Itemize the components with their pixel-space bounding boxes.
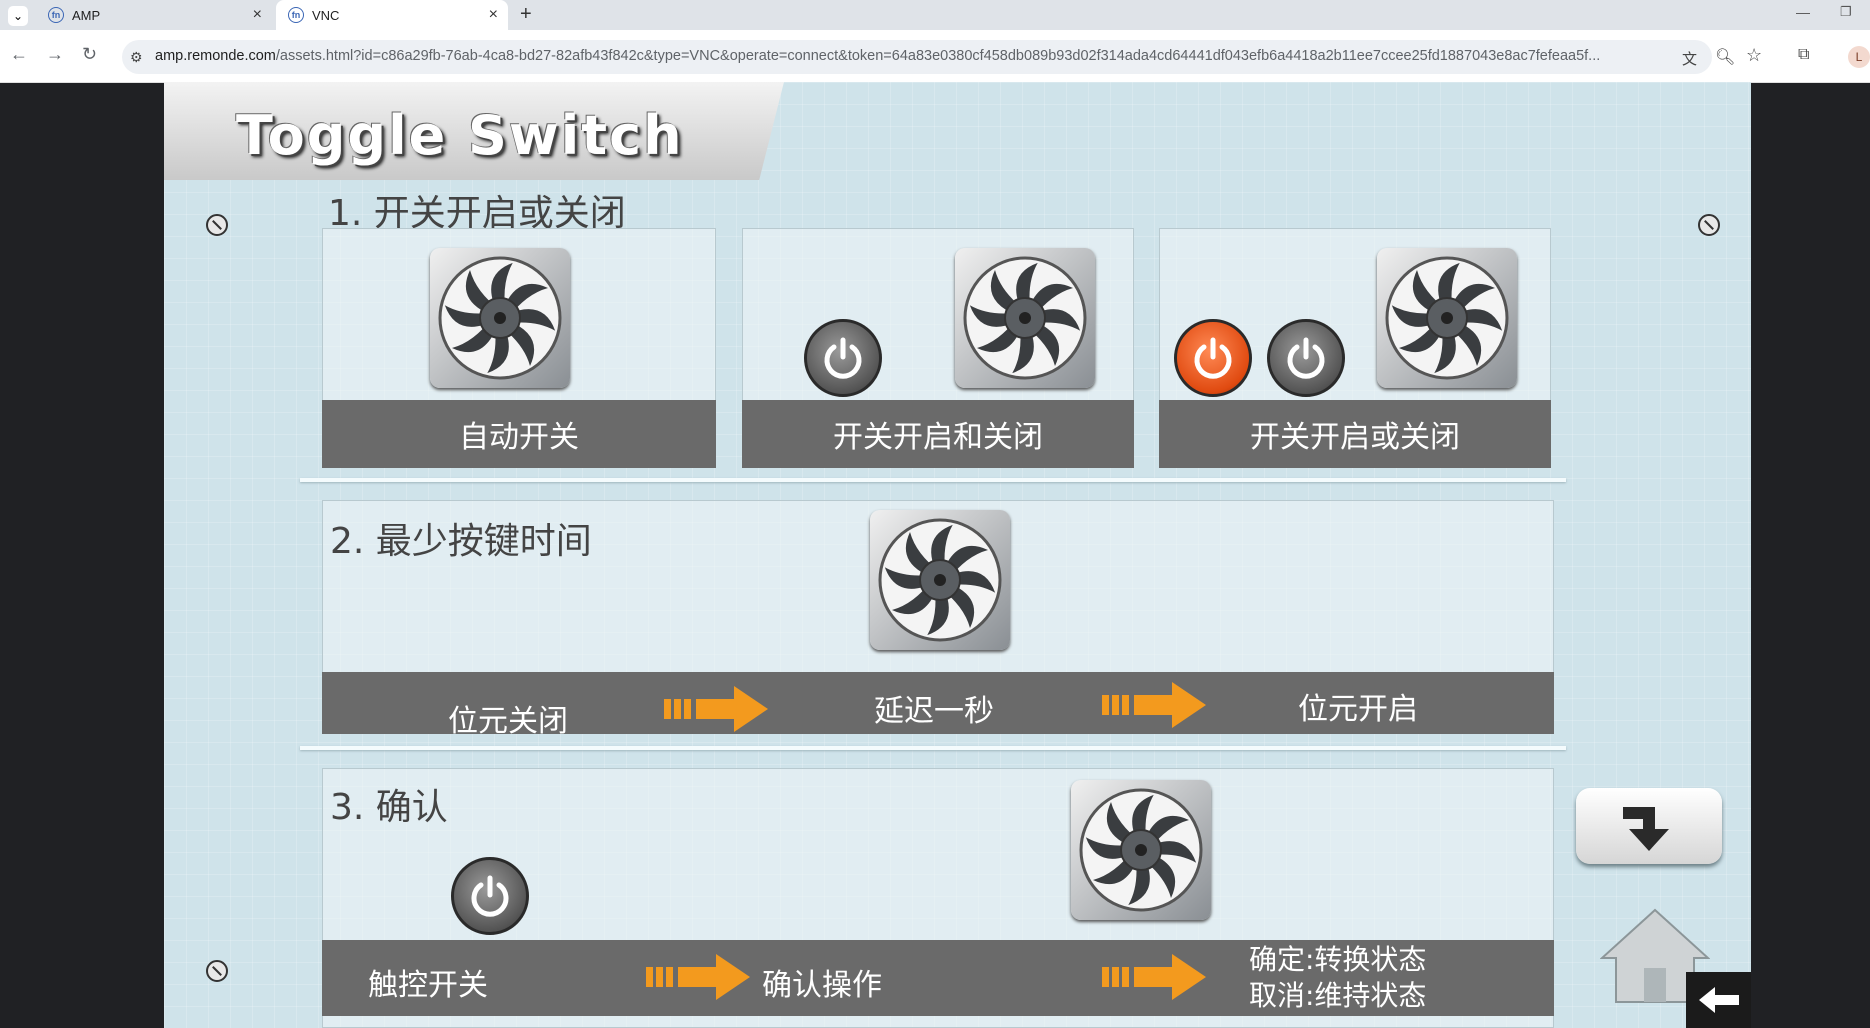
- orange-arrow-icon: [1102, 680, 1208, 735]
- fan-icon: [870, 510, 1010, 650]
- power-button-icon[interactable]: [1267, 319, 1345, 397]
- section2-heading: 2. 最少按键时间: [330, 521, 592, 562]
- power-button-icon[interactable]: [804, 319, 882, 397]
- orange-arrow-icon: [646, 952, 752, 1007]
- url-path: /assets.html?id=c86a29fb-76ab-4ca8-bd27-…: [275, 48, 1601, 64]
- fan-icon: [430, 248, 570, 388]
- section3-heading: 3. 确认: [330, 787, 448, 828]
- fn-favicon-icon: fn: [48, 7, 64, 23]
- screw-icon: [206, 960, 228, 982]
- close-icon[interactable]: ×: [489, 6, 498, 24]
- tab-label: AMP: [72, 7, 101, 23]
- tab-search-icon[interactable]: ⌄: [8, 6, 28, 26]
- close-icon[interactable]: ×: [253, 6, 262, 24]
- tab-vnc[interactable]: fn VNC ×: [276, 0, 508, 30]
- divider: [300, 478, 1566, 482]
- new-tab-icon[interactable]: +: [520, 3, 532, 26]
- fan-icon: [1071, 780, 1211, 920]
- url-text[interactable]: amp.remonde.com/assets.html?id=c86a29fb-…: [155, 48, 1665, 64]
- reload-icon[interactable]: ↻: [82, 44, 97, 65]
- orange-arrow-icon: [664, 684, 770, 739]
- vnc-screen[interactable]: Toggle Switch 1. 开关开启或关闭 自动开关 开关开启和关闭 开关…: [164, 82, 1751, 1028]
- step-label: 位元关闭: [448, 704, 568, 739]
- card-label: 开关开启和关闭: [742, 400, 1134, 468]
- step-label: 确认操作: [762, 968, 882, 1003]
- back-arrow-icon: [1698, 987, 1739, 1013]
- touch-power-button-icon[interactable]: [451, 857, 529, 935]
- minimize-icon[interactable]: —: [1796, 4, 1810, 20]
- extensions-icon[interactable]: ⧉: [1798, 46, 1809, 64]
- tab-amp[interactable]: fn AMP ×: [36, 0, 272, 30]
- fan-icon: [955, 248, 1095, 388]
- bookmark-star-icon[interactable]: ☆: [1746, 45, 1762, 66]
- divider: [300, 746, 1566, 750]
- url-domain: amp.remonde.com: [155, 48, 276, 64]
- next-page-button[interactable]: [1576, 788, 1722, 864]
- translate-icon[interactable]: 文: [1682, 48, 1697, 69]
- fn-favicon-icon: fn: [288, 7, 304, 23]
- result-cancel: 取消:维持状态: [1249, 979, 1427, 1012]
- step-label: 位元开启: [1298, 692, 1418, 727]
- page-title: Toggle Switch: [236, 104, 684, 167]
- zoom-icon[interactable]: 🔍︎: [1715, 47, 1735, 67]
- tab-label: VNC: [312, 7, 340, 23]
- card-label: 自动开关: [322, 400, 716, 468]
- power-on-button-icon[interactable]: [1174, 319, 1252, 397]
- fan-icon: [1377, 248, 1517, 388]
- orange-arrow-icon: [1102, 952, 1208, 1007]
- forward-icon[interactable]: →: [46, 44, 64, 65]
- profile-avatar[interactable]: L: [1848, 46, 1870, 68]
- result-confirm: 确定:转换状态: [1249, 943, 1427, 976]
- restore-icon[interactable]: ❐: [1840, 4, 1852, 20]
- site-info-icon[interactable]: ⚙: [130, 49, 143, 66]
- card-label: 开关开启或关闭: [1159, 400, 1551, 468]
- screw-icon: [1698, 214, 1720, 236]
- step-label: 延迟一秒: [874, 694, 994, 729]
- back-icon[interactable]: ←: [10, 44, 28, 65]
- back-button[interactable]: [1686, 972, 1751, 1028]
- screw-icon: [206, 214, 228, 236]
- step-label: 触控开关: [368, 968, 488, 1003]
- turn-down-arrow-icon: [1623, 807, 1669, 851]
